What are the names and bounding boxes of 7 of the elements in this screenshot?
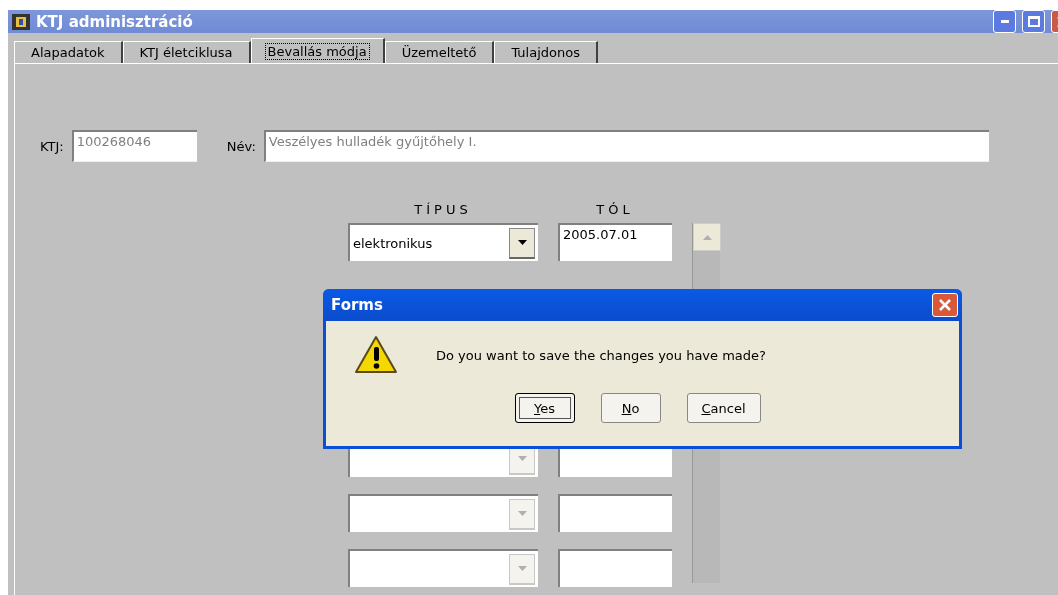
dialog-title: Forms [331, 296, 383, 314]
window-title: KTJ adminisztráció [36, 12, 194, 31]
column-header: TÓL [595, 202, 635, 219]
ktj-label: KTJ: [40, 138, 64, 154]
dialog-message: Do you want to save the changes you have made? [436, 347, 766, 363]
name-label: Név: [226, 138, 256, 154]
column-header: TÍPUS [413, 202, 473, 219]
